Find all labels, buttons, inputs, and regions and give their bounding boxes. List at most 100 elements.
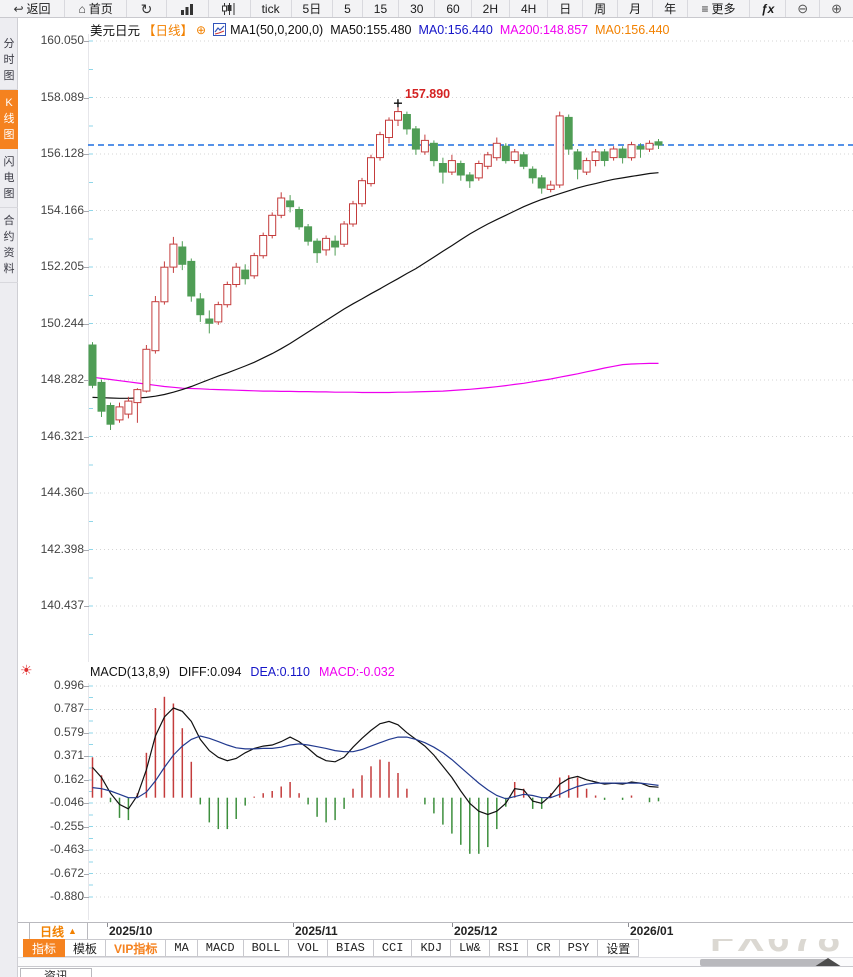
news-tab[interactable]: 资讯	[20, 968, 92, 977]
interval-4h[interactable]: 4H	[510, 0, 548, 17]
menu-icon: ≡	[702, 3, 709, 15]
ma-settings: MA1(50,0,200,0)	[230, 23, 323, 37]
tab-cci[interactable]: CCI	[374, 939, 413, 957]
tab-vip-indicator[interactable]: VIP指标	[106, 939, 166, 957]
fx-indicator-button[interactable]: ƒx	[750, 0, 786, 17]
ma50-value: MA50:155.480	[330, 23, 411, 37]
back-arrow-icon: ↩	[13, 3, 23, 15]
x-axis-label: 2026/01	[630, 924, 673, 938]
tab-boll[interactable]: BOLL	[244, 939, 290, 957]
tab-kdj[interactable]: KDJ	[412, 939, 451, 957]
macd-params: MACD(13,8,9)	[90, 665, 170, 679]
y-axis-label: 154.166	[24, 203, 84, 218]
macd-dea-value: DEA:0.110	[250, 665, 310, 679]
ma200-value: MA200:148.857	[500, 23, 588, 37]
interval-60m[interactable]: 60	[435, 0, 471, 17]
interval-2h[interactable]: 2H	[472, 0, 510, 17]
tab-rsi[interactable]: RSI	[490, 939, 529, 957]
y-axis-label: 140.437	[24, 598, 84, 613]
y-axis-label: 152.205	[24, 259, 84, 274]
tab-cr[interactable]: CR	[528, 939, 559, 957]
macd-chart[interactable]	[88, 683, 853, 920]
tab-vol[interactable]: VOL	[289, 939, 328, 957]
tab-ma[interactable]: MA	[166, 939, 197, 957]
bottom-strip: 资讯	[18, 966, 853, 977]
interval-year[interactable]: 年	[653, 0, 688, 17]
macd-y-axis-label: -0.672	[24, 866, 84, 881]
macd-y-axis-label: -0.880	[24, 889, 84, 904]
y-axis-label: 144.360	[24, 485, 84, 500]
chevron-up-icon: ▲	[68, 926, 77, 936]
back-button[interactable]: ↩返回	[0, 0, 65, 17]
macd-y-axis-label: -0.255	[24, 819, 84, 834]
symbol-name: 美元日元	[90, 20, 140, 39]
tab-lwr[interactable]: LW&	[451, 939, 490, 957]
period-tag: 【日线】	[143, 20, 193, 39]
x-axis-row: 日线 ▲ 2025/10 2025/11 2025/12 2026/01	[18, 922, 853, 939]
zoom-out-icon: ⊖	[797, 1, 808, 17]
more-button[interactable]: ≡更多	[688, 0, 750, 17]
tab-template[interactable]: 模板	[65, 939, 106, 957]
scrollbar-thumb[interactable]	[700, 959, 828, 966]
y-axis-label: 150.244	[24, 316, 84, 331]
indicator-settings-icon[interactable]: ☀	[20, 662, 33, 679]
line-chart-icon	[213, 23, 226, 36]
fx-icon: ƒx	[761, 2, 774, 16]
y-axis-label: 156.128	[24, 146, 84, 161]
macd-header: MACD(13,8,9) DIFF:0.094 DEA:0.110 MACD:-…	[90, 665, 395, 679]
top-toolbar: ↩返回 ⌂首页 ↻ tick 5日 5 15 30 60 2H 4H 日 周 月…	[0, 0, 853, 18]
bar-chart-icon	[180, 3, 194, 15]
y-axis-label: 148.282	[24, 372, 84, 387]
tab-macd[interactable]: MACD	[198, 939, 244, 957]
interval-5d[interactable]: 5日	[292, 0, 334, 17]
tab-bias[interactable]: BIAS	[328, 939, 374, 957]
interval-month[interactable]: 月	[618, 0, 653, 17]
interval-15m[interactable]: 15	[363, 0, 399, 17]
horizontal-scrollbar[interactable]	[18, 957, 853, 966]
zoom-in-icon: ⊕	[831, 1, 842, 17]
interval-30m[interactable]: 30	[399, 0, 435, 17]
refresh-icon: ↻	[141, 2, 153, 16]
y-axis-label: 146.321	[24, 429, 84, 444]
zoom-in-button[interactable]: ⊕	[820, 0, 853, 17]
home-icon: ⌂	[78, 3, 85, 15]
tab-psy[interactable]: PSY	[560, 939, 599, 957]
refresh-button[interactable]: ↻	[127, 0, 167, 17]
macd-y-axis-label: 0.787	[24, 701, 84, 716]
sidebar-tab-contract-info[interactable]: 合约资料	[0, 208, 18, 283]
indicator-tab-row: 指标 模板 VIP指标 MA MACD BOLL VOL BIAS CCI KD…	[18, 939, 853, 957]
y-axis-label: 160.050	[24, 33, 84, 48]
home-button[interactable]: ⌂首页	[65, 0, 127, 17]
interval-tick[interactable]: tick	[251, 0, 292, 17]
macd-y-axis-label: 0.162	[24, 772, 84, 787]
macd-value: MACD:-0.032	[319, 665, 395, 679]
svg-text:157.890: 157.890	[405, 87, 450, 101]
add-symbol-icon[interactable]: ⊕	[196, 23, 206, 37]
interval-week[interactable]: 周	[583, 0, 618, 17]
zoom-out-button[interactable]: ⊖	[786, 0, 820, 17]
y-axis-label: 142.398	[24, 542, 84, 557]
sidebar-tab-timeshare[interactable]: 分时图	[0, 31, 18, 90]
interval-day[interactable]: 日	[548, 0, 583, 17]
tab-settings[interactable]: 设置	[598, 939, 639, 957]
chart-header: 美元日元 【日线】 ⊕ MA1(50,0,200,0) MA50:155.480…	[90, 20, 670, 39]
macd-y-axis-label: -0.046	[24, 795, 84, 810]
candles-icon	[222, 3, 236, 15]
chart-type-sidebar: 分时图 K线图 闪电图 合约资料	[0, 18, 18, 977]
macd-y-axis-label: 0.579	[24, 725, 84, 740]
macd-y-axis-label: 0.371	[24, 748, 84, 763]
interval-5m[interactable]: 5	[333, 0, 363, 17]
main-candlestick-chart[interactable]: 157.890	[88, 34, 853, 662]
y-axis-label: 158.089	[24, 90, 84, 105]
bar-chart-view-button[interactable]	[167, 0, 209, 17]
sidebar-tab-kline[interactable]: K线图	[0, 90, 18, 149]
sidebar-tab-lightning[interactable]: 闪电图	[0, 149, 18, 208]
macd-y-axis-label: -0.463	[24, 842, 84, 857]
trading-app-window: ↩返回 ⌂首页 ↻ tick 5日 5 15 30 60 2H 4H 日 周 月…	[0, 0, 853, 977]
x-axis-label: 2025/10	[109, 924, 152, 938]
tab-indicator[interactable]: 指标	[23, 939, 65, 957]
candle-view-button[interactable]	[209, 0, 251, 17]
ma0-orange-value: MA0:156.440	[595, 23, 669, 37]
period-selector[interactable]: 日线 ▲	[29, 923, 88, 940]
x-axis-label: 2025/12	[454, 924, 497, 938]
